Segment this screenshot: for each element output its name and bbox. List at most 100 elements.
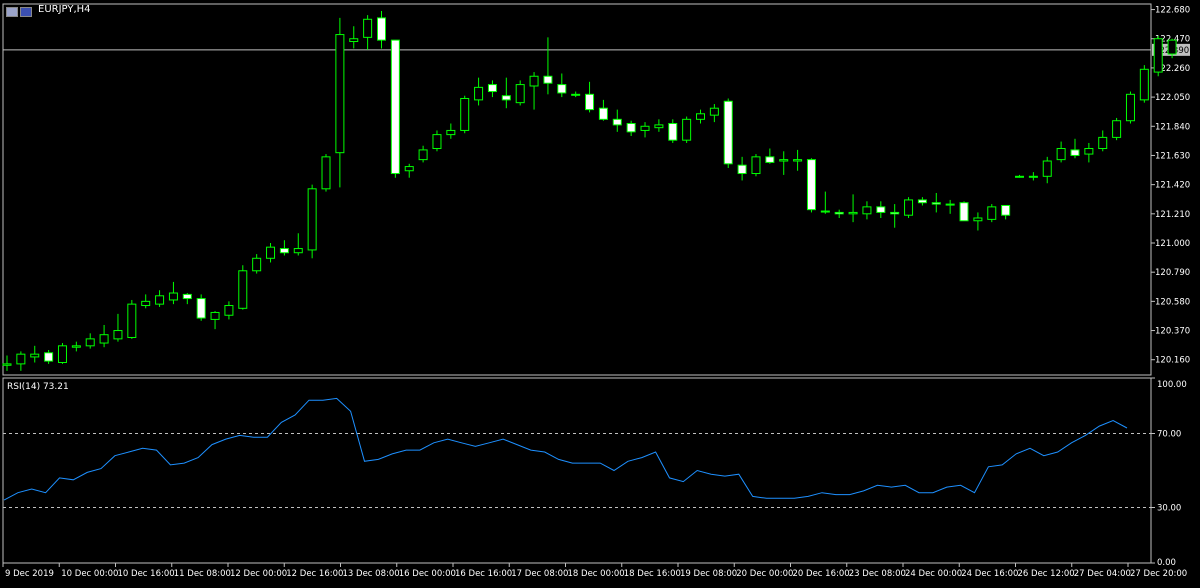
candle-body[interactable]: [876, 206, 886, 213]
candle-body[interactable]: [640, 125, 650, 131]
candle-body[interactable]: [1028, 175, 1038, 178]
candle-body[interactable]: [57, 345, 67, 363]
candle-body[interactable]: [307, 188, 317, 251]
candle-body[interactable]: [168, 292, 178, 301]
candle-body[interactable]: [765, 156, 775, 163]
candle-body[interactable]: [612, 118, 622, 126]
candle-body[interactable]: [1153, 38, 1163, 73]
candle-body[interactable]: [335, 34, 345, 154]
candle-body[interactable]: [432, 134, 442, 150]
candle-body[interactable]: [1015, 175, 1025, 178]
candle-body[interactable]: [224, 305, 234, 316]
candle-body[interactable]: [376, 17, 386, 41]
candle-body[interactable]: [85, 338, 95, 347]
candle-body[interactable]: [1098, 136, 1108, 150]
candle-body[interactable]: [654, 124, 664, 129]
candle-body[interactable]: [848, 211, 858, 215]
candle-body[interactable]: [279, 248, 289, 254]
candle-body[interactable]: [515, 84, 525, 104]
candle-body[interactable]: [71, 345, 81, 348]
candle-body[interactable]: [1139, 68, 1149, 101]
candle-body[interactable]: [1056, 148, 1066, 161]
candle-body[interactable]: [723, 100, 733, 165]
candle-body[interactable]: [793, 159, 803, 162]
candle-body[interactable]: [321, 156, 331, 190]
chart-window[interactable]: 122.680122.470122.260122.050121.840121.6…: [0, 0, 1200, 584]
candle-body[interactable]: [210, 311, 220, 320]
candle-body[interactable]: [682, 118, 692, 141]
candle-body[interactable]: [917, 199, 927, 204]
jpy-flag-icon: [20, 7, 32, 17]
candle-body[interactable]: [418, 149, 428, 161]
candle-body[interactable]: [931, 202, 941, 205]
candle-body[interactable]: [737, 164, 747, 175]
candle-body[interactable]: [945, 203, 955, 206]
candle-body[interactable]: [1125, 93, 1135, 122]
candle-body[interactable]: [779, 159, 789, 162]
price-tick-label: 121.840: [1155, 122, 1190, 132]
candle-body[interactable]: [238, 270, 248, 309]
candle-body[interactable]: [363, 18, 373, 38]
candle-body[interactable]: [182, 293, 192, 300]
price-tick-label: 120.790: [1155, 268, 1190, 278]
candle-body[interactable]: [959, 202, 969, 222]
candle-body[interactable]: [155, 295, 165, 305]
candle-body[interactable]: [543, 75, 553, 84]
candle-body[interactable]: [446, 129, 456, 136]
candle-body[interactable]: [1042, 160, 1052, 177]
candle-body[interactable]: [2, 363, 12, 366]
candle-body[interactable]: [113, 330, 123, 340]
candle-body[interactable]: [390, 39, 400, 175]
candle-body[interactable]: [571, 93, 581, 96]
candle-body[interactable]: [404, 166, 414, 172]
chart-canvas[interactable]: 122.680122.470122.260122.050121.840121.6…: [0, 0, 1200, 584]
candle-body[interactable]: [904, 199, 914, 216]
time-tick-label: 12 Dec 16:00: [286, 569, 343, 579]
candle-body[interactable]: [1084, 148, 1094, 155]
candle-body[interactable]: [141, 300, 151, 307]
candle-body[interactable]: [1070, 149, 1080, 156]
candle-body[interactable]: [266, 246, 276, 259]
candle-body[interactable]: [626, 122, 636, 133]
candle-body[interactable]: [668, 122, 678, 141]
candle-body[interactable]: [501, 95, 511, 101]
candle-body[interactable]: [806, 159, 816, 211]
candle-body[interactable]: [474, 86, 484, 101]
candle-body[interactable]: [529, 75, 539, 87]
candle-body[interactable]: [487, 84, 497, 93]
candle-body[interactable]: [557, 84, 567, 94]
candle-body[interactable]: [349, 38, 359, 43]
price-tick-label: 122.050: [1155, 93, 1190, 103]
candle-body[interactable]: [696, 113, 705, 120]
candle-body[interactable]: [99, 334, 109, 344]
candle-body[interactable]: [16, 353, 26, 365]
candle-body[interactable]: [890, 211, 900, 215]
candle-body[interactable]: [252, 257, 262, 272]
candle-body[interactable]: [598, 107, 608, 120]
candle-body[interactable]: [127, 303, 137, 338]
candle-body[interactable]: [987, 206, 997, 220]
time-tick-label: 9 Dec 2019: [5, 569, 54, 579]
time-tick-label: 17 Dec 08:00: [511, 569, 568, 579]
candle-body[interactable]: [751, 156, 761, 175]
price-tick-label: 120.580: [1155, 297, 1190, 307]
candle-body[interactable]: [973, 217, 983, 222]
candle-body[interactable]: [460, 97, 470, 131]
time-tick-label: 18 Dec 16:00: [624, 569, 681, 579]
candle-body[interactable]: [1112, 120, 1122, 138]
candle-body[interactable]: [820, 210, 830, 213]
time-tick-label: 26 Dec 12:00: [1018, 569, 1075, 579]
candle-body[interactable]: [293, 248, 303, 254]
candle-body[interactable]: [1167, 39, 1177, 55]
candle-body[interactable]: [862, 206, 872, 215]
candle-body[interactable]: [585, 93, 595, 111]
candle-body[interactable]: [44, 352, 54, 362]
symbol-label: EURJPY,H4: [38, 4, 91, 15]
candle-body[interactable]: [30, 353, 40, 358]
price-tick-label: 122.680: [1155, 6, 1190, 16]
candle-body[interactable]: [1001, 204, 1011, 216]
time-tick-label: 13 Dec 08:00: [343, 569, 400, 579]
candle-body[interactable]: [834, 211, 844, 215]
candle-body[interactable]: [196, 298, 206, 319]
candle-body[interactable]: [709, 107, 719, 116]
